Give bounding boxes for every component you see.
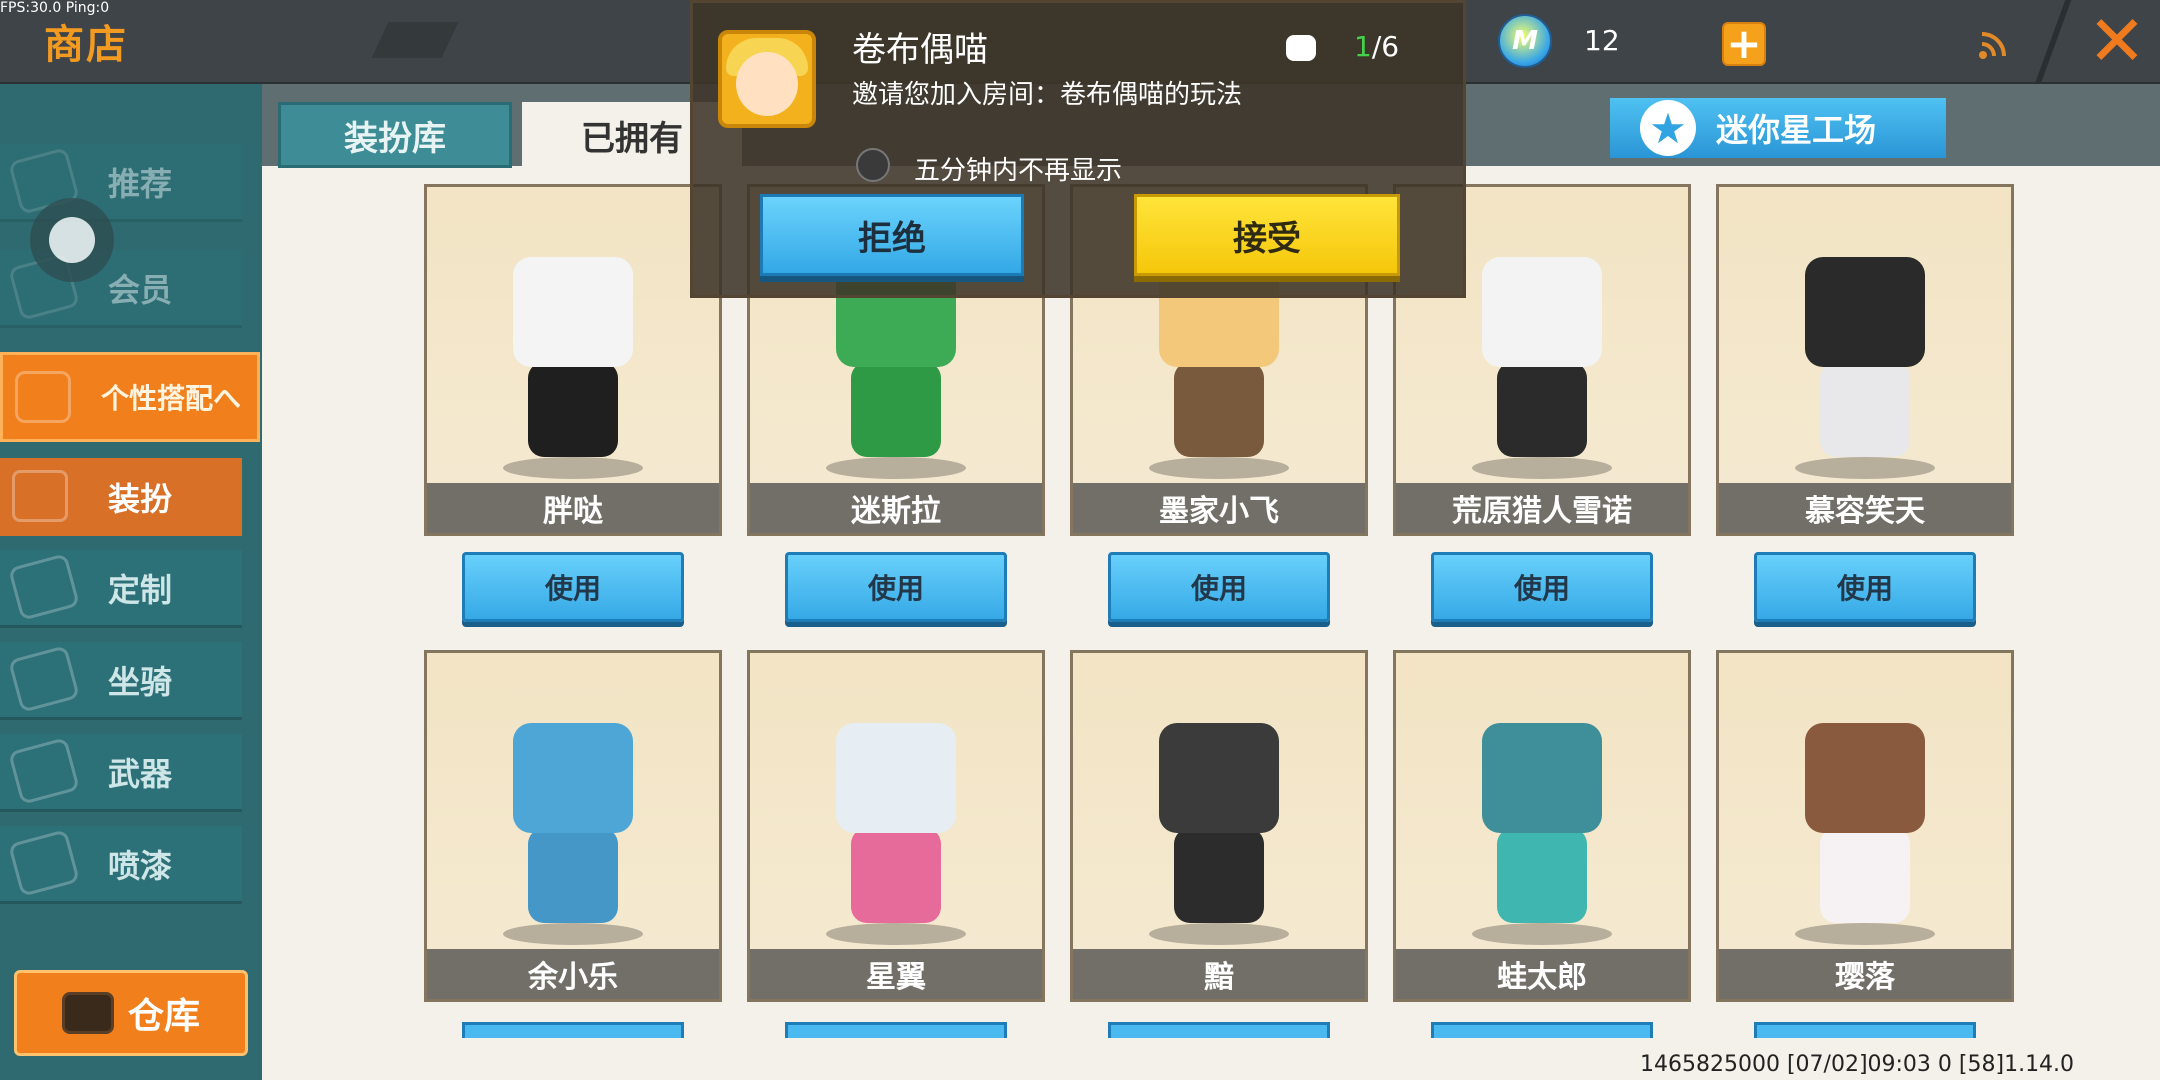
skin-card[interactable]: 蛙太郎 <box>1393 650 1691 1002</box>
skin-card[interactable]: 黯 <box>1070 650 1368 1002</box>
sidebar-category-personal[interactable]: 个性搭配へ <box>0 352 260 442</box>
skin-name: 胖哒 <box>427 483 719 533</box>
sidebar-item-label: 喷漆 <box>107 846 172 885</box>
tab-dress-library[interactable]: 装扮库 <box>278 102 512 168</box>
use-button[interactable] <box>1754 1022 1976 1038</box>
reject-button[interactable]: 拒绝 <box>760 194 1024 276</box>
accept-button[interactable]: 接受 <box>1134 194 1400 276</box>
player-icon <box>1286 35 1316 61</box>
warehouse-label: 仓库 <box>127 996 200 1037</box>
use-button[interactable] <box>462 1022 684 1038</box>
use-button[interactable] <box>1108 1022 1330 1038</box>
skin-name: 黯 <box>1073 949 1365 999</box>
add-coins-button[interactable]: + <box>1722 22 1766 66</box>
use-button[interactable] <box>785 1022 1007 1038</box>
star-icon: ★ <box>1639 100 1696 156</box>
mount-icon <box>8 645 80 713</box>
close-icon[interactable]: ✕ <box>2084 6 2150 76</box>
skin-card[interactable]: 余小乐 <box>424 650 722 1002</box>
chest-icon <box>61 992 114 1034</box>
skin-card[interactable]: 胖哒 <box>424 184 722 536</box>
float-toggle-button[interactable] <box>30 198 114 282</box>
skin-figure <box>1472 713 1612 953</box>
trophy-icon <box>15 371 71 423</box>
gun-icon <box>8 737 80 805</box>
skin-figure <box>1795 713 1935 953</box>
skin-name: 余小乐 <box>427 949 719 999</box>
skin-figure <box>503 247 643 487</box>
pencil-icon <box>8 553 80 621</box>
use-button[interactable]: 使用 <box>785 552 1007 622</box>
mini-star-workshop-button[interactable]: ★ 迷你星工场 <box>1610 98 1946 158</box>
sidebar-item-label: 定制 <box>107 570 172 609</box>
skin-card[interactable]: 璎落 <box>1716 650 2014 1002</box>
use-button[interactable]: 使用 <box>1108 552 1330 622</box>
skin-card[interactable]: 慕容笑天 <box>1716 184 2014 536</box>
spray-can-icon <box>8 829 80 897</box>
skin-card[interactable]: 星翼 <box>747 650 1045 1002</box>
sidebar-item-custom[interactable]: 定制 <box>0 550 242 628</box>
dont-show-label: 五分钟内不再显示 <box>914 156 1123 186</box>
skin-name: 璎落 <box>1719 949 2011 999</box>
warehouse-button[interactable]: 仓库 <box>14 970 248 1056</box>
use-button[interactable] <box>1431 1022 1653 1038</box>
dont-show-radio[interactable] <box>856 148 890 182</box>
shirt-icon <box>12 470 68 522</box>
sidebar-item-label: 会员 <box>107 270 172 309</box>
skin-name: 迷斯拉 <box>750 483 1042 533</box>
room-player-count: 1/6 <box>1286 30 1399 63</box>
skin-figure <box>503 713 643 953</box>
skin-name: 蛙太郎 <box>1396 949 1688 999</box>
sidebar-item-mount[interactable]: 坐骑 <box>0 642 242 720</box>
sidebar-item-label: 装扮 <box>107 480 172 518</box>
sidebar-category-label: 个性搭配へ <box>100 382 241 415</box>
sidebar-item-label: 坐骑 <box>107 662 172 701</box>
skin-figure <box>1472 247 1612 487</box>
signal-icon <box>1979 32 2006 59</box>
skin-name: 荒原猎人雪诺 <box>1396 483 1688 533</box>
sidebar-item-label: 推荐 <box>107 164 172 203</box>
invite-message: 邀请您加入房间：卷布偶喵的玩法 <box>852 80 1243 110</box>
coin-balance: 12 <box>1584 24 1620 57</box>
skin-figure <box>1795 247 1935 487</box>
use-button[interactable]: 使用 <box>1431 552 1653 622</box>
sidebar-item-spray[interactable]: 喷漆 <box>0 826 242 904</box>
skin-figure <box>1149 713 1289 953</box>
sidebar-item-weapon[interactable]: 武器 <box>0 734 242 812</box>
star-workshop-label: 迷你星工场 <box>1715 111 1876 149</box>
build-info: 1465825000 [07/02]09:03 0 [58]1.14.0 <box>1640 1052 2075 1077</box>
inviter-name: 卷布偶喵 <box>852 30 988 70</box>
skin-name: 墨家小飞 <box>1073 483 1365 533</box>
skin-figure <box>826 713 966 953</box>
page-title: 商店 <box>44 22 128 68</box>
sidebar-item-label: 武器 <box>107 754 172 793</box>
skin-name: 慕容笑天 <box>1719 483 2011 533</box>
mini-coin-icon: M <box>1498 14 1552 68</box>
skin-name: 星翼 <box>750 949 1042 999</box>
use-button[interactable]: 使用 <box>462 552 684 622</box>
sidebar-item-dress[interactable]: 装扮 <box>0 458 242 536</box>
inviter-avatar <box>718 30 816 128</box>
use-button[interactable]: 使用 <box>1754 552 1976 622</box>
sidebar-item-recommend[interactable]: 推荐 <box>0 144 242 222</box>
